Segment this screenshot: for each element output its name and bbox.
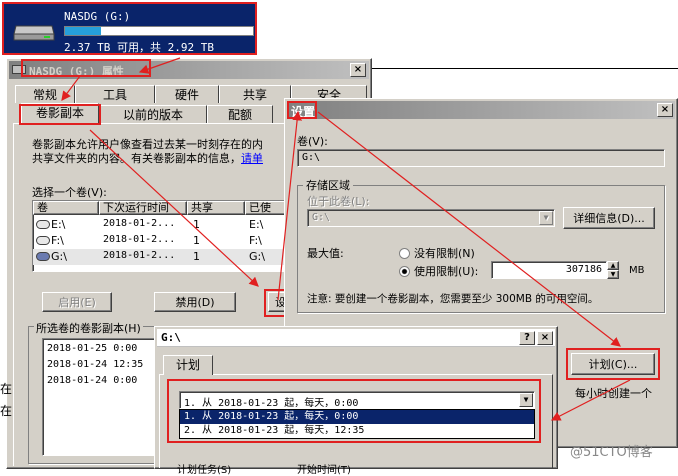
drive-name: NASDG (G:) xyxy=(64,10,131,23)
schedule-dialog: G:\ ? × 计划 1. 从 2018-01-23 起，每天，0:00 ▼ 1… xyxy=(154,326,558,476)
row-volume: G:\ xyxy=(51,250,67,263)
column-volume[interactable]: 卷 xyxy=(33,201,99,215)
unit-label: MB xyxy=(629,265,645,276)
table-row[interactable]: E:\ 2018-01-2... 1 E:\ xyxy=(33,217,291,233)
use-limit-label: 使用限制(U): xyxy=(414,265,479,278)
list-item[interactable]: 2018-01-25 0:00 xyxy=(47,343,137,354)
schedule-titlebar: G:\ ? × xyxy=(157,329,555,347)
table-row[interactable]: G:\ 2018-01-2... 1 G:\ xyxy=(33,249,291,265)
divider-line xyxy=(372,68,678,69)
row-used: E:\ xyxy=(249,218,264,231)
chevron-down-icon: ▼ xyxy=(539,211,553,225)
column-next-run[interactable]: 下次运行时间 xyxy=(99,201,187,215)
drive-usage-fill xyxy=(65,27,101,35)
row-used: F:\ xyxy=(249,234,262,247)
use-limit-radio[interactable]: 使用限制(U): xyxy=(399,263,478,279)
panel-description-2: 共享文件夹的内容。有关卷影副本的信息，请单 xyxy=(32,152,263,165)
row-next-run: 2018-01-2... xyxy=(103,218,176,229)
volume-label: 卷(V): xyxy=(297,135,328,148)
cutoff-text: 在 xyxy=(0,404,13,418)
row-shares: 1 xyxy=(193,234,200,247)
tab-sharing[interactable]: 共享 xyxy=(219,85,291,103)
spin-down-icon[interactable]: ▼ xyxy=(607,270,619,279)
clock-volume-icon xyxy=(36,220,50,229)
limit-input[interactable]: 307186 xyxy=(491,261,607,279)
drive-icon xyxy=(12,20,56,42)
spin-up-icon[interactable]: ▲ xyxy=(607,261,619,270)
no-limit-radio[interactable]: 没有限制(N) xyxy=(399,245,475,261)
disable-button[interactable]: 禁用(D) xyxy=(154,292,236,312)
settings-titlebar: 设置 × xyxy=(287,101,675,119)
tab-general[interactable]: 常规 xyxy=(15,85,75,103)
row-shares: 1 xyxy=(193,250,200,263)
network-volume-icon xyxy=(36,252,50,261)
list-item[interactable]: 2018-01-24 12:35 xyxy=(47,359,143,370)
radio-selected-icon xyxy=(399,265,410,277)
tab-tools[interactable]: 工具 xyxy=(75,85,155,103)
schedule-title: G:\ xyxy=(161,331,181,344)
column-shares[interactable]: 共享 xyxy=(187,201,245,215)
max-label: 最大值: xyxy=(307,247,344,260)
row-volume: E:\ xyxy=(51,218,66,231)
drive-usage-bar xyxy=(64,26,254,36)
limit-spinner[interactable]: ▲ ▼ xyxy=(607,261,619,279)
tab-hardware[interactable]: 硬件 xyxy=(155,85,219,103)
cutoff-text: 在 xyxy=(0,382,13,396)
row-next-run: 2018-01-2... xyxy=(103,234,176,245)
watermark: @51CTO博客 xyxy=(570,445,653,460)
drive-card[interactable]: NASDG (G:) 2.37 TB 可用，共 2.92 TB xyxy=(2,2,257,55)
shadow-tab-highlight xyxy=(19,104,101,125)
storage-group-label: 存储区域 xyxy=(303,177,353,193)
row-next-run: 2018-01-2... xyxy=(103,250,176,261)
properties-title-highlight xyxy=(21,59,151,77)
volume-list-header: 卷 下次运行时间 共享 已使 xyxy=(33,201,291,215)
help-button[interactable]: ? xyxy=(519,331,535,345)
copies-label: 所选卷的卷影副本(H) xyxy=(34,320,143,336)
drive-usage-text: 2.37 TB 可用，共 2.92 TB xyxy=(64,41,214,54)
properties-close-button[interactable]: × xyxy=(350,63,366,77)
tab-quota[interactable]: 配额 xyxy=(207,105,273,123)
space-note: 注意: 要创建一个卷影副本，您需要至少 300MB 的可用空间。 xyxy=(307,293,599,305)
no-limit-label: 没有限制(N) xyxy=(414,247,475,260)
located-label: 位于此卷(L): xyxy=(307,195,370,208)
tab-schedule[interactable]: 计划 xyxy=(163,355,213,375)
row-shares: 1 xyxy=(193,218,200,231)
schedule-list-highlight xyxy=(167,379,541,443)
schedule-button-highlight xyxy=(566,348,660,380)
volume-field: G:\ xyxy=(297,149,665,167)
list-item[interactable]: 2018-01-24 0:00 xyxy=(47,375,137,386)
volume-list[interactable]: 卷 下次运行时间 共享 已使 E:\ 2018-01-2... 1 E:\ F:… xyxy=(32,200,292,272)
row-used: G:\ xyxy=(249,250,265,263)
copies-list[interactable]: 2018-01-25 0:00 2018-01-24 12:35 2018-01… xyxy=(42,338,160,456)
settings-close-button[interactable]: × xyxy=(657,103,673,117)
radio-icon xyxy=(399,247,410,259)
row-volume: F:\ xyxy=(51,234,64,247)
select-volume-label: 选择一个卷(V): xyxy=(32,186,107,199)
schedule-close-button[interactable]: × xyxy=(537,331,553,345)
hourly-note: 每小时创建一个 xyxy=(575,387,652,400)
settings-title-highlight xyxy=(287,101,317,119)
help-link[interactable]: 请单 xyxy=(241,152,263,165)
located-select[interactable]: G:\ ▼ xyxy=(307,209,555,227)
enable-button[interactable]: 启用(E) xyxy=(42,292,112,312)
clock-volume-icon xyxy=(36,236,50,245)
table-row[interactable]: F:\ 2018-01-2... 1 F:\ xyxy=(33,233,291,249)
details-button[interactable]: 详细信息(D)... xyxy=(563,207,655,229)
tab-previous-versions[interactable]: 以前的版本 xyxy=(99,105,207,123)
